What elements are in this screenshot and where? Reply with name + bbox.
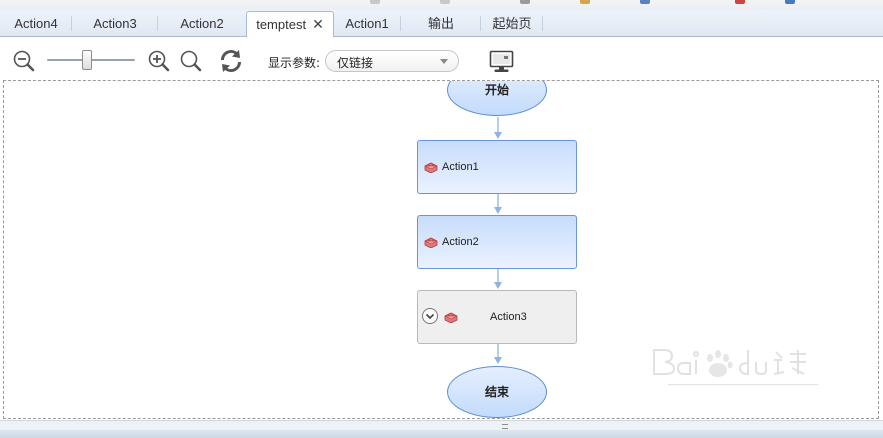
flow-connector (494, 344, 502, 364)
tab-action1[interactable]: Action1 (333, 12, 401, 35)
toolbar-fragment (580, 0, 590, 4)
expand-toggle[interactable] (422, 308, 438, 324)
zoom-in-icon[interactable] (147, 49, 173, 73)
action-node-label: Action3 (490, 311, 527, 323)
monitor-icon[interactable] (488, 50, 516, 74)
tab-label: 起始页 (492, 16, 532, 31)
brick-icon (444, 312, 458, 323)
toolbar-fragment (370, 0, 380, 4)
toolbar-fragment (640, 0, 650, 4)
zoom-slider-thumb[interactable] (82, 50, 92, 70)
bottom-panel-strip (0, 430, 883, 438)
tab-output[interactable]: 输出 (401, 12, 481, 35)
action-node-label: Action2 (442, 236, 479, 248)
tab-label: Action2 (180, 16, 224, 31)
zoom-out-icon[interactable] (12, 49, 38, 73)
splitter-grip-icon[interactable] (502, 424, 508, 429)
action-node-action2[interactable]: Action2 (417, 215, 577, 269)
close-icon[interactable]: ✕ (312, 12, 324, 37)
toolbar-fragment (520, 0, 530, 4)
display-param-select[interactable]: 仅链接 (325, 50, 459, 72)
end-node-label: 结束 (484, 385, 509, 399)
tab-temptest[interactable]: temptest ✕ (246, 11, 334, 38)
chevron-down-icon (425, 313, 435, 320)
flow-canvas[interactable]: 开始 Action1 Action2 Action3 结束 (3, 80, 879, 419)
tab-label: temptest (256, 17, 307, 32)
action-node-action1[interactable]: Action1 (417, 140, 577, 194)
zoom-reset-icon[interactable] (179, 49, 205, 73)
chevron-down-icon (440, 59, 448, 64)
action-node-action3[interactable]: Action3 (417, 290, 577, 344)
tab-label: 输出 (427, 16, 454, 31)
tab-action4[interactable]: Action4 (0, 12, 72, 35)
brick-icon (424, 162, 438, 173)
tab-label: Action4 (14, 16, 58, 31)
baidu-watermark-logo (653, 349, 818, 386)
tab-label: Action3 (93, 16, 137, 31)
diagram-toolbar: 显示参数: 仅链接 (0, 37, 883, 80)
tab-action2[interactable]: Action2 (158, 12, 246, 35)
display-param-value: 仅链接 (337, 56, 374, 70)
toolbar-fragment (735, 0, 745, 4)
action-node-label: Action1 (442, 161, 479, 173)
flow-connector (494, 194, 502, 214)
refresh-icon[interactable] (218, 48, 244, 74)
tab-action3[interactable]: Action3 (72, 12, 158, 35)
toolbar-fragment (785, 0, 795, 4)
end-node[interactable]: 结束 (447, 366, 547, 418)
flow-connector (494, 269, 502, 289)
toolbar-fragment (440, 0, 450, 4)
flow-connector (494, 117, 502, 139)
start-node[interactable]: 开始 (447, 81, 547, 116)
document-tab-bar: Action4 Action3 Action2 temptest ✕ Action… (0, 10, 883, 38)
start-node-label: 开始 (484, 83, 509, 97)
brick-icon (424, 237, 438, 248)
tab-label: Action1 (345, 16, 389, 31)
display-param-label: 显示参数: (268, 56, 321, 70)
tab-start-page[interactable]: 起始页 (481, 12, 543, 35)
